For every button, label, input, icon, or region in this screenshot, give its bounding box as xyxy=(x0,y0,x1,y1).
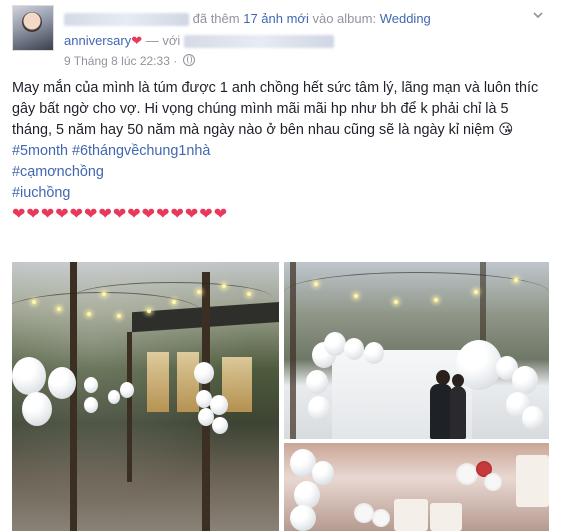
photo-garden-lights[interactable] xyxy=(12,262,279,531)
post-body: May mắn của mình là túm được 1 anh chồng… xyxy=(12,78,547,226)
light-bulb xyxy=(314,282,318,286)
light-bulb xyxy=(394,300,398,304)
house-window xyxy=(177,352,199,412)
person-head xyxy=(436,370,450,385)
hearts-row: ❤❤❤❤❤❤❤❤❤❤❤❤❤❤❤ xyxy=(12,206,229,223)
balloon xyxy=(364,342,384,364)
author-name-blurred[interactable]: ____ xyxy=(64,13,189,27)
house-window xyxy=(147,352,169,412)
hashtag-line-1[interactable]: #5month #6thángvềchung1nhà xyxy=(12,141,547,162)
avatar[interactable] xyxy=(12,5,54,51)
post-header-line-1: ____ đã thêm 17 ảnh mới vào album: Weddi… xyxy=(64,11,431,27)
string-lights-wire xyxy=(284,272,549,313)
light-bulb xyxy=(197,290,201,294)
album-name-link-part2[interactable]: anniversary xyxy=(64,33,131,48)
light-bulb xyxy=(247,292,251,296)
tagged-person-blurred[interactable]: ____ xyxy=(183,35,334,49)
white-rose xyxy=(372,509,390,527)
album-heart-emoji: ❤ xyxy=(131,33,143,48)
with-text: — với xyxy=(145,33,181,48)
photo-couple-balloon-arch[interactable] xyxy=(284,262,549,439)
balloon xyxy=(306,370,328,394)
balloon xyxy=(344,338,364,360)
tree-trunk xyxy=(127,332,132,482)
balloon xyxy=(212,417,228,434)
cupcake-stand xyxy=(430,503,462,531)
white-rose xyxy=(354,503,374,523)
balloon xyxy=(290,505,316,531)
post-card: ____ đã thêm 17 ảnh mới vào album: Weddi… xyxy=(0,0,561,531)
white-rose xyxy=(456,463,478,485)
photo-dessert-table[interactable] xyxy=(284,443,549,531)
balloon xyxy=(108,390,120,404)
light-bulb xyxy=(32,300,36,304)
photo-count-link[interactable]: 17 ảnh mới xyxy=(243,11,309,26)
post-timestamp-row: 9 Tháng 8 lúc 22:33 · xyxy=(64,54,195,68)
light-bulb xyxy=(172,300,176,304)
kiss-emoji: 😘 xyxy=(498,122,514,138)
light-bulb xyxy=(354,294,358,298)
balloon xyxy=(84,377,98,393)
balloon xyxy=(84,397,98,413)
bride-figure xyxy=(450,386,466,439)
light-bulb xyxy=(434,298,438,302)
action-text: đã thêm xyxy=(192,11,240,26)
balloon xyxy=(12,357,46,395)
light-bulb xyxy=(117,314,121,318)
light-bulb xyxy=(87,312,91,316)
balloon xyxy=(120,382,134,398)
cupcake-stand xyxy=(394,499,428,531)
white-rose xyxy=(484,473,502,491)
album-prefix: vào album: xyxy=(312,11,377,26)
balloon xyxy=(22,392,52,426)
balloon xyxy=(522,406,544,430)
balloon xyxy=(324,332,346,356)
light-bulb xyxy=(514,278,518,282)
string-lights-wire xyxy=(72,282,272,313)
groom-figure xyxy=(430,384,452,439)
hashtag-line-3[interactable]: #iuchồng xyxy=(12,183,547,204)
balloon xyxy=(308,396,330,420)
globe-icon[interactable] xyxy=(182,54,195,66)
post-paragraph: May mắn của mình là túm được 1 anh chồng… xyxy=(12,80,539,138)
hashtag-line-2[interactable]: #cạmơnchồng xyxy=(12,162,547,183)
privacy-separator: · xyxy=(173,54,178,68)
balloon xyxy=(312,461,334,485)
balloon xyxy=(48,367,76,399)
light-bulb xyxy=(147,309,151,313)
wedding-cake xyxy=(516,455,549,507)
balloon xyxy=(512,366,538,394)
album-name-link-part1[interactable]: Wedding xyxy=(380,11,431,26)
timestamp[interactable]: 9 Tháng 8 lúc 22:33 xyxy=(64,54,170,68)
light-bulb xyxy=(474,290,478,294)
chevron-down-icon[interactable] xyxy=(533,10,543,20)
balloon xyxy=(194,362,214,384)
post-header-line-2: anniversary❤ — với ____ xyxy=(64,33,334,49)
light-bulb xyxy=(57,307,61,311)
light-bulb xyxy=(102,292,106,296)
light-bulb xyxy=(222,284,226,288)
